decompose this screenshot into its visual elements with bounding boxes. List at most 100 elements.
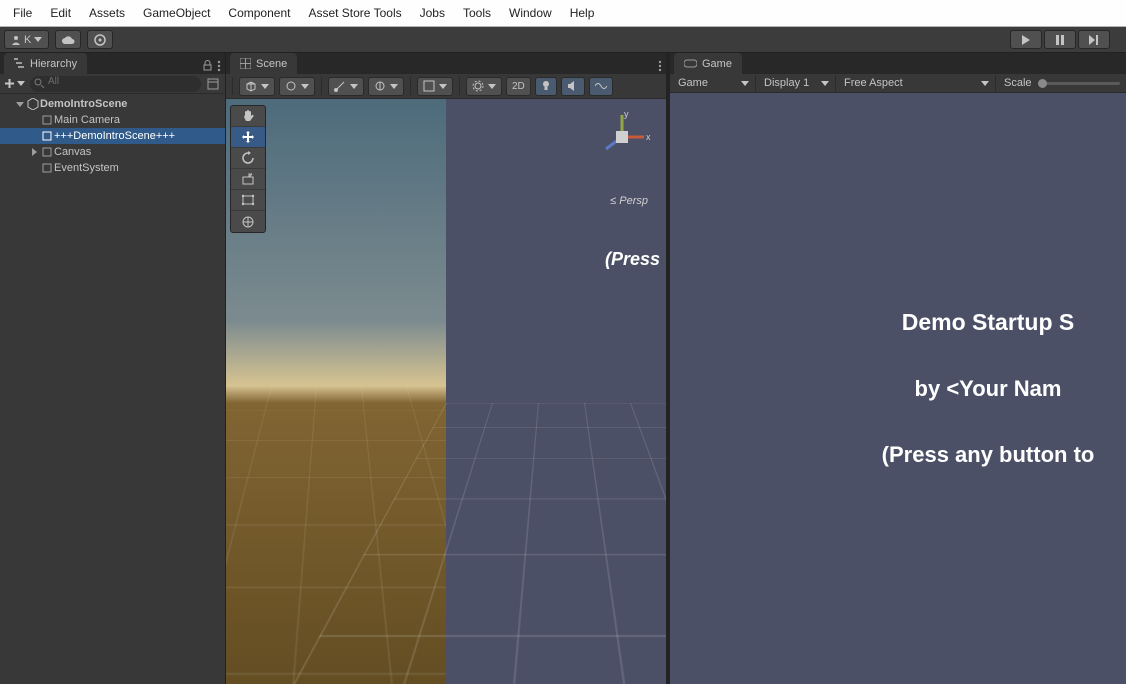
caret-down-icon	[439, 84, 447, 89]
caret-down-icon	[34, 37, 42, 42]
pause-button[interactable]	[1044, 30, 1076, 49]
hierarchy-create-dropdown[interactable]	[4, 76, 26, 92]
menu-help[interactable]: Help	[561, 2, 604, 24]
menu-file[interactable]: File	[4, 2, 41, 24]
lightbulb-icon	[541, 80, 551, 92]
hierarchy-toolbar: All	[0, 74, 225, 94]
lock-icon[interactable]	[202, 60, 213, 71]
axis-x-label: x	[646, 132, 651, 142]
axis-y-label: y	[624, 109, 629, 119]
tree-item-label: Main Camera	[54, 114, 120, 126]
scale-slider-group: Scale	[998, 75, 1126, 92]
menu-component[interactable]: Component	[219, 2, 299, 24]
menu-jobs[interactable]: Jobs	[411, 2, 454, 24]
menu-assets[interactable]: Assets	[80, 2, 134, 24]
scale-label: Scale	[1004, 77, 1032, 89]
grid-snap-dropdown[interactable]	[417, 77, 453, 96]
tree-scene-root[interactable]: DemoIntroScene	[0, 96, 225, 112]
shading-dropdown[interactable]	[279, 77, 315, 96]
account-dropdown[interactable]: K	[4, 30, 49, 49]
menu-window[interactable]: Window	[500, 2, 561, 24]
game-title-text: Demo Startup S	[902, 309, 1075, 336]
persp-label[interactable]: ≤ Persp	[610, 195, 648, 207]
pause-icon	[1055, 35, 1065, 45]
sphere-icon	[285, 80, 297, 92]
lighting-toggle[interactable]	[535, 77, 557, 96]
main-toolbar: K	[0, 27, 1126, 53]
hierarchy-tab-row: Hierarchy	[0, 53, 225, 74]
tree-item[interactable]: EventSystem	[0, 160, 225, 176]
pivot-mode-dropdown[interactable]	[328, 77, 364, 96]
tab-hierarchy[interactable]: Hierarchy	[4, 53, 87, 74]
rect-tool[interactable]	[231, 190, 265, 211]
scale-slider[interactable]	[1038, 82, 1120, 85]
tree-item-label: EventSystem	[54, 162, 119, 174]
move-tool[interactable]	[231, 127, 265, 148]
game-toolbar: Game Display 1 Free Aspect Scale	[670, 74, 1126, 93]
hierarchy-search-input[interactable]: All	[30, 76, 201, 92]
game-viewport[interactable]: Demo Startup S by <Your Nam (Press any b…	[670, 93, 1126, 684]
hierarchy-collapse-button[interactable]	[205, 76, 221, 92]
collapse-icon	[207, 78, 219, 90]
search-icon	[34, 78, 45, 89]
tab-scene[interactable]: Scene	[230, 53, 297, 74]
scene-panel: Scene	[226, 53, 670, 684]
scale-tool[interactable]	[231, 169, 265, 190]
tree-item[interactable]: Canvas	[0, 144, 225, 160]
aspect-dropdown[interactable]: Free Aspect	[838, 75, 996, 92]
hierarchy-tree: DemoIntroScene Main Camera +++DemoIntroS…	[0, 94, 225, 176]
cloud-button[interactable]	[55, 30, 81, 49]
game-mode-dropdown[interactable]: Game	[672, 75, 756, 92]
caret-down-icon	[350, 84, 358, 89]
scene-tab-row: Scene	[226, 53, 666, 74]
menu-gameobject[interactable]: GameObject	[134, 2, 219, 24]
handle-rotation-dropdown[interactable]	[368, 77, 404, 96]
grid-snap-icon	[423, 80, 435, 92]
rotate-tool[interactable]	[231, 148, 265, 169]
hand-tool[interactable]	[231, 106, 265, 127]
menu-edit[interactable]: Edit	[41, 2, 80, 24]
step-button[interactable]	[1078, 30, 1110, 49]
expand-toggle[interactable]	[14, 102, 26, 107]
local-global-icon	[374, 80, 386, 92]
kebab-icon[interactable]	[217, 60, 221, 72]
rotate-icon	[241, 151, 255, 165]
tree-item-label: Canvas	[54, 146, 91, 158]
scene-canvas-overlay: (Press ≤ Persp y x	[446, 99, 666, 684]
tree-item[interactable]: Main Camera	[0, 112, 225, 128]
expand-toggle[interactable]	[28, 148, 40, 156]
pivot-icon	[334, 80, 346, 92]
scene-viewport[interactable]: (Press ≤ Persp y x	[226, 99, 666, 684]
gizmo-dropdown[interactable]	[466, 77, 502, 96]
move-icon	[241, 130, 255, 144]
scale-handle[interactable]	[1038, 79, 1047, 88]
orientation-gizmo[interactable]: y x	[592, 107, 652, 167]
plus-icon	[5, 79, 14, 88]
2d-toggle[interactable]: 2D	[506, 77, 531, 96]
game-panel: Game Game Display 1 Free Aspect Scale	[670, 53, 1126, 684]
speaker-icon	[567, 81, 579, 91]
menu-bar: File Edit Assets GameObject Component As…	[0, 0, 1126, 27]
hierarchy-panel: Hierarchy All	[0, 53, 226, 684]
kebab-icon[interactable]	[658, 60, 662, 72]
settings-button[interactable]	[87, 30, 113, 49]
audio-toggle[interactable]	[561, 77, 585, 96]
unity-icon	[26, 98, 40, 110]
play-button[interactable]	[1010, 30, 1042, 49]
gamepad-icon	[684, 59, 697, 68]
gameobject-icon	[40, 130, 54, 142]
draw-mode-dropdown[interactable]	[239, 77, 275, 96]
gizmo-icon	[472, 80, 484, 92]
tree-item-label: +++DemoIntroScene+++	[54, 130, 175, 142]
menu-assetstoretools[interactable]: Asset Store Tools	[299, 2, 410, 24]
tab-hierarchy-label: Hierarchy	[30, 58, 77, 70]
menu-tools[interactable]: Tools	[454, 2, 500, 24]
tree-item[interactable]: +++DemoIntroScene+++	[0, 128, 225, 144]
display-dropdown[interactable]: Display 1	[758, 75, 836, 92]
tab-game[interactable]: Game	[674, 53, 742, 74]
fx-toggle[interactable]	[589, 77, 613, 96]
transform-tool[interactable]	[231, 211, 265, 232]
hierarchy-icon	[14, 58, 25, 69]
gameobject-icon	[40, 146, 54, 158]
cloud-icon	[61, 35, 75, 45]
